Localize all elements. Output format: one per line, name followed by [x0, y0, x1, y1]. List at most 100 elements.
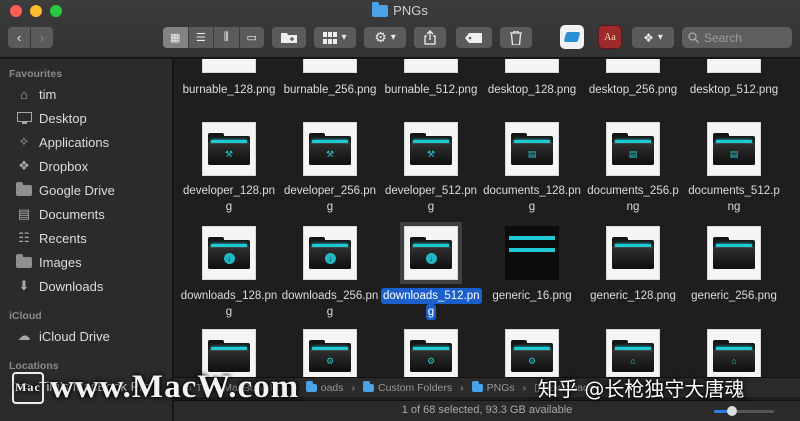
view-mode-control: ▦ ☰ ⫼ ▭	[163, 27, 264, 48]
trash-button[interactable]	[500, 27, 532, 48]
tag-icon	[465, 32, 482, 43]
slider-knob[interactable]	[727, 406, 737, 416]
sidebar-item-label: Desktop	[39, 110, 87, 126]
icon-size-slider[interactable]	[714, 406, 774, 416]
folder-icon	[372, 1, 389, 17]
sidebar-item-applications[interactable]: ✧ Applications	[0, 131, 172, 153]
sidebar-item-tim[interactable]: ⌂ tim	[0, 83, 172, 105]
home-icon: ⌂	[731, 356, 737, 366]
file-thumbnail: ↓	[400, 222, 462, 284]
file-name: documents_128.pn g	[483, 185, 581, 213]
download-icon: ↓	[425, 253, 437, 264]
list-view-button[interactable]: ☰	[188, 27, 214, 48]
sidebar: Favourites ⌂ tim Desktop ✧ Applications …	[0, 59, 173, 421]
chevron-right-icon: ›	[460, 381, 464, 394]
file-name: desktop_256.png	[588, 84, 678, 96]
file-name: downloads_256.pn g	[281, 290, 379, 318]
search-input[interactable]	[704, 30, 784, 45]
file-thumbnail: ⚙	[303, 329, 357, 383]
file-thumbnail	[606, 59, 660, 73]
hammer-icon: ⚒	[325, 149, 335, 159]
path-segment[interactable]: oads	[305, 380, 344, 394]
chevron-down-icon: ▾	[341, 32, 347, 43]
file-grid: burnable_128.png burnable_256.png burnab…	[174, 59, 800, 396]
path-segment[interactable]: PNGs	[471, 380, 515, 394]
file-name: burnable_128.png	[182, 84, 276, 96]
file-name: developer_512.pn g	[384, 185, 478, 213]
trash-icon	[510, 30, 522, 45]
sidebar-item-downloads[interactable]: ⬇ Downloads	[0, 275, 172, 297]
file-thumbnail: ▤	[606, 122, 660, 176]
file-thumbnail	[303, 59, 357, 73]
chevron-down-icon: ▾	[390, 32, 396, 43]
file-thumbnail: ⚙	[404, 329, 458, 383]
column-view-button[interactable]: ⫼	[214, 27, 240, 48]
sidebar-item-recents[interactable]: ☷ Recents	[0, 227, 172, 249]
downloads-icon: ⬇	[18, 278, 30, 293]
chevron-right-icon: ›	[351, 381, 356, 394]
sidebar-item-label: Images	[39, 254, 82, 270]
sidebar-section-icloud: iCloud	[9, 310, 42, 322]
download-icon: ↓	[324, 253, 336, 264]
download-icon: ↓	[223, 253, 235, 264]
icon-view-button[interactable]: ▦	[163, 27, 189, 48]
chevron-right-icon: ›	[522, 381, 527, 394]
path-segment[interactable]: Custom Folders	[363, 380, 452, 394]
share-button[interactable]	[414, 27, 446, 48]
new-folder-button[interactable]	[272, 27, 306, 48]
file-name: downloads_512.pn g	[381, 288, 482, 320]
tag-button[interactable]	[456, 27, 492, 48]
gear-icon: ⚙	[374, 29, 387, 45]
file-name: generic_128.png	[590, 290, 676, 302]
file-name: desktop_128.png	[487, 84, 577, 96]
layers-app-icon[interactable]	[560, 25, 584, 49]
toolbar: PNGs ‹ › ▦ ☰ ⫼ ▭ ▾ ⚙ ▾ Aa ❖ ▾ Search	[0, 0, 800, 58]
grid-icon	[323, 31, 338, 44]
file-name: downloads_128.pn g	[180, 290, 278, 318]
dictionary-app-icon[interactable]: Aa	[598, 25, 622, 49]
search-field[interactable]	[682, 27, 792, 48]
sidebar-item-label: Recents	[39, 230, 87, 246]
file-thumbnail: ▤	[505, 122, 559, 176]
sidebar-item-label: Dropbox	[39, 158, 89, 174]
sidebar-item-documents[interactable]: ▤ Documents	[0, 203, 172, 225]
file-thumbnail: ⚒	[404, 122, 458, 176]
sidebar-item-dropbox[interactable]: ❖ Dropbox	[0, 155, 172, 177]
sidebar-item-label: Downloads	[39, 278, 104, 294]
sidebar-item-desktop[interactable]: Desktop	[0, 107, 172, 129]
home-icon: ⌂	[20, 86, 28, 102]
finder-window: PNGs ‹ › ▦ ☰ ⫼ ▭ ▾ ⚙ ▾ Aa ❖ ▾ Search Fav…	[0, 0, 800, 421]
file-name: developer_128.pn g	[182, 185, 276, 213]
sidebar-item-label: Documents	[39, 206, 105, 222]
file-thumbnail: ▤	[707, 122, 761, 176]
file-thumbnail	[606, 226, 660, 280]
folder-icon	[363, 380, 375, 392]
back-button[interactable]: ‹	[8, 27, 30, 48]
action-button[interactable]: ⚙ ▾	[364, 27, 406, 48]
dropbox-icon: ❖	[18, 158, 30, 173]
hammer-icon: ⚒	[224, 149, 234, 159]
document-icon: ▤	[628, 149, 638, 159]
window-title: PNGs	[0, 1, 800, 18]
recents-icon: ☷	[18, 230, 30, 245]
file-name: burnable_256.png	[283, 84, 377, 96]
sidebar-item-icloud-drive[interactable]: ☁ iCloud Drive	[0, 325, 172, 347]
share-icon	[424, 30, 436, 45]
file-name: generic_256.png	[691, 290, 777, 302]
sidebar-item-label: tim	[39, 86, 57, 102]
sidebar-section-favourites: Favourites	[9, 68, 63, 80]
dropbox-button[interactable]: ❖ ▾	[632, 27, 674, 48]
desktop-icon	[16, 111, 32, 125]
file-name: developer_256.pn g	[283, 185, 377, 213]
sidebar-item-images[interactable]: Images	[0, 251, 172, 273]
forward-button[interactable]: ›	[31, 27, 53, 48]
documents-icon: ▤	[17, 206, 31, 221]
file-name: documents_256.p ng	[587, 185, 679, 213]
sidebar-item-google-drive[interactable]: Google Drive	[0, 179, 172, 201]
group-button[interactable]: ▾	[314, 27, 356, 48]
dropbox-icon: ❖	[643, 30, 654, 45]
gallery-view-button[interactable]: ▭	[239, 27, 264, 48]
sidebar-item-label: Applications	[39, 134, 110, 150]
file-thumbnail	[707, 226, 761, 280]
folder-icon	[16, 253, 32, 268]
